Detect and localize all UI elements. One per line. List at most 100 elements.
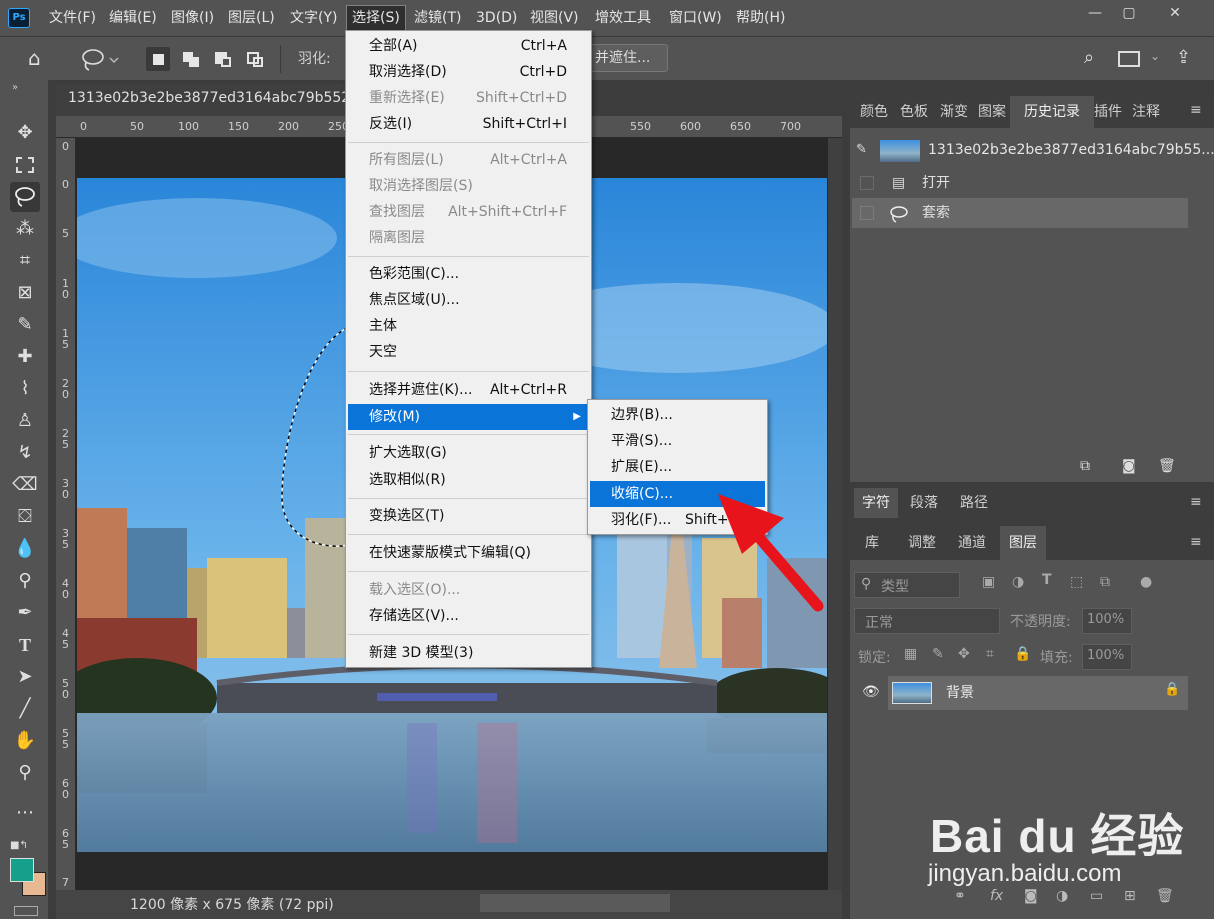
- menu-select[interactable]: 选择(S): [346, 5, 406, 31]
- menu-item-transform-selection[interactable]: 变换选区(T): [348, 503, 589, 529]
- history-checkbox[interactable]: [860, 206, 874, 220]
- hand-tool-icon[interactable]: ✋: [10, 726, 40, 756]
- history-state-open[interactable]: ▤ 打开: [852, 168, 1188, 198]
- image-filter-icon[interactable]: ▣: [982, 574, 995, 590]
- menu-item-deselect[interactable]: 取消选择(D) Ctrl+D: [348, 59, 589, 85]
- document-tab[interactable]: 1313e02b3e2be3877ed3164abc79b552.jp: [56, 84, 367, 116]
- layer-filter-select[interactable]: ⚲ 类型: [854, 572, 960, 598]
- menu-edit[interactable]: 编辑(E): [104, 0, 162, 36]
- menu-item-select-and-mask[interactable]: 选择并遮住(K)... Alt+Ctrl+R: [348, 377, 589, 403]
- frame-tool-icon[interactable]: ⊠: [10, 278, 40, 308]
- menu-item-sky[interactable]: 天空: [348, 339, 589, 365]
- menu-item-color-range[interactable]: 色彩范围(C)...: [348, 261, 589, 287]
- default-colors-icon[interactable]: ■↰: [10, 840, 28, 851]
- maximize-icon[interactable]: ▢: [1114, 2, 1144, 24]
- blend-mode-select[interactable]: 正常: [854, 608, 1000, 634]
- menu-item-quick-mask[interactable]: 在快速蒙版模式下编辑(Q): [348, 540, 589, 566]
- history-state-lasso[interactable]: 套索: [852, 198, 1188, 228]
- clone-stamp-tool-icon[interactable]: ♙: [10, 406, 40, 436]
- menu-plugins[interactable]: 增效工具: [590, 0, 656, 36]
- panel-menu-icon[interactable]: ≡: [1190, 494, 1202, 510]
- menu-item-subject[interactable]: 主体: [348, 313, 589, 339]
- eyedropper-tool-icon[interactable]: ✎: [10, 310, 40, 340]
- tab-history[interactable]: 历史记录: [1010, 96, 1094, 128]
- submenu-item-border[interactable]: 边界(B)...: [590, 402, 765, 428]
- quick-mask-icon[interactable]: [14, 906, 38, 916]
- menu-item-inverse[interactable]: 反选(I) Shift+Ctrl+I: [348, 111, 589, 137]
- tab-patterns[interactable]: 图案: [974, 96, 1010, 128]
- pen-tool-icon[interactable]: ✒: [10, 598, 40, 628]
- new-selection-icon[interactable]: [146, 47, 170, 71]
- tab-paragraph[interactable]: 段落: [902, 488, 946, 518]
- menu-item-grow[interactable]: 扩大选取(G): [348, 440, 589, 466]
- horizontal-scrollbar-thumb[interactable]: [480, 894, 670, 912]
- quick-select-tool-icon[interactable]: ⁂: [10, 214, 40, 244]
- menu-image[interactable]: 图像(I): [166, 0, 219, 36]
- intersect-selection-icon[interactable]: [244, 47, 268, 71]
- select-and-mask-button[interactable]: 并遮住...: [588, 44, 668, 72]
- menu-item-save-selection[interactable]: 存储选区(V)...: [348, 603, 589, 629]
- share-icon[interactable]: ⇪: [1176, 47, 1198, 69]
- lock-position-icon[interactable]: ✥: [958, 646, 970, 662]
- paint-bucket-tool-icon[interactable]: ⛋: [10, 502, 40, 532]
- shape-filter-icon[interactable]: ⬚: [1070, 574, 1083, 590]
- workspace-icon[interactable]: [1118, 51, 1140, 67]
- lock-transparent-icon[interactable]: ▦: [904, 646, 917, 662]
- toolbar-collapse-icon[interactable]: »: [12, 82, 18, 93]
- lock-artboard-icon[interactable]: ⌗: [986, 646, 994, 662]
- type-filter-icon[interactable]: T: [1042, 572, 1052, 588]
- menu-layer[interactable]: 图层(L): [223, 0, 280, 36]
- fill-input[interactable]: 100%: [1082, 644, 1132, 670]
- crop-tool-icon[interactable]: ⌗: [10, 246, 40, 276]
- tab-libraries[interactable]: 库: [854, 526, 890, 560]
- lasso-preset-icon[interactable]: [80, 47, 120, 73]
- menu-item-similar[interactable]: 选取相似(R): [348, 467, 589, 493]
- history-brush-tool-icon[interactable]: ↯: [10, 438, 40, 468]
- new-document-from-state-icon[interactable]: ⧉: [1080, 458, 1090, 474]
- new-layer-icon[interactable]: ⊞: [1124, 888, 1136, 904]
- layer-row-background[interactable]: 背景 🔒: [888, 676, 1188, 710]
- trash-icon[interactable]: 🗑: [1158, 458, 1176, 474]
- panel-menu-icon[interactable]: ≡: [1190, 102, 1202, 118]
- panel-menu-icon[interactable]: ≡: [1190, 534, 1202, 550]
- menu-item-new-3d-model[interactable]: 新建 3D 模型(3): [348, 640, 589, 666]
- menu-item-modify[interactable]: 修改(M) ▶: [348, 404, 589, 430]
- camera-icon[interactable]: ◙: [1122, 458, 1136, 474]
- tab-notes[interactable]: 注释: [1126, 96, 1166, 128]
- move-tool-icon[interactable]: ✥: [10, 118, 40, 148]
- tab-adjustments[interactable]: 调整: [898, 526, 946, 560]
- subtract-selection-icon[interactable]: [212, 47, 236, 71]
- menu-help[interactable]: 帮助(H): [731, 0, 790, 36]
- search-icon[interactable]: ⌕: [1084, 47, 1108, 71]
- fx-icon[interactable]: fx: [990, 888, 1003, 904]
- healing-brush-tool-icon[interactable]: ✚: [10, 342, 40, 372]
- tab-color[interactable]: 颜色: [854, 96, 894, 128]
- tab-swatches[interactable]: 色板: [896, 96, 932, 128]
- add-selection-icon[interactable]: [180, 47, 204, 71]
- history-brush-source-icon[interactable]: ✎: [856, 142, 867, 157]
- history-checkbox[interactable]: [860, 176, 874, 190]
- tab-character[interactable]: 字符: [854, 488, 898, 518]
- chevron-down-icon[interactable]: ⌄: [1150, 49, 1160, 63]
- adjustment-icon[interactable]: ◑: [1056, 888, 1068, 904]
- lock-brush-icon[interactable]: ✎: [932, 646, 944, 662]
- link-icon[interactable]: ⚭: [954, 888, 966, 904]
- smart-object-filter-icon[interactable]: ⧉: [1100, 574, 1110, 590]
- minimize-icon[interactable]: —: [1080, 2, 1110, 24]
- adjustment-filter-icon[interactable]: ◑: [1012, 574, 1024, 590]
- eye-icon[interactable]: 👁: [862, 684, 880, 700]
- submenu-item-smooth[interactable]: 平滑(S)...: [590, 428, 765, 454]
- mask-icon[interactable]: ◙: [1024, 888, 1038, 904]
- foreground-color-swatch[interactable]: [10, 858, 34, 882]
- zoom-tool-icon[interactable]: ⚲: [10, 758, 40, 788]
- menu-item-focus-area[interactable]: 焦点区域(U)...: [348, 287, 589, 313]
- path-selection-tool-icon[interactable]: ➤: [10, 662, 40, 692]
- trash-icon[interactable]: 🗑: [1156, 888, 1174, 904]
- tab-paths[interactable]: 路径: [952, 488, 996, 518]
- marquee-tool-icon[interactable]: [10, 150, 40, 180]
- lock-all-icon[interactable]: 🔒: [1014, 646, 1031, 662]
- filter-toggle-icon[interactable]: ●: [1140, 574, 1152, 590]
- tab-channels[interactable]: 通道: [950, 526, 994, 560]
- menu-window[interactable]: 窗口(W): [664, 0, 727, 36]
- eraser-tool-icon[interactable]: ⌫: [10, 470, 40, 500]
